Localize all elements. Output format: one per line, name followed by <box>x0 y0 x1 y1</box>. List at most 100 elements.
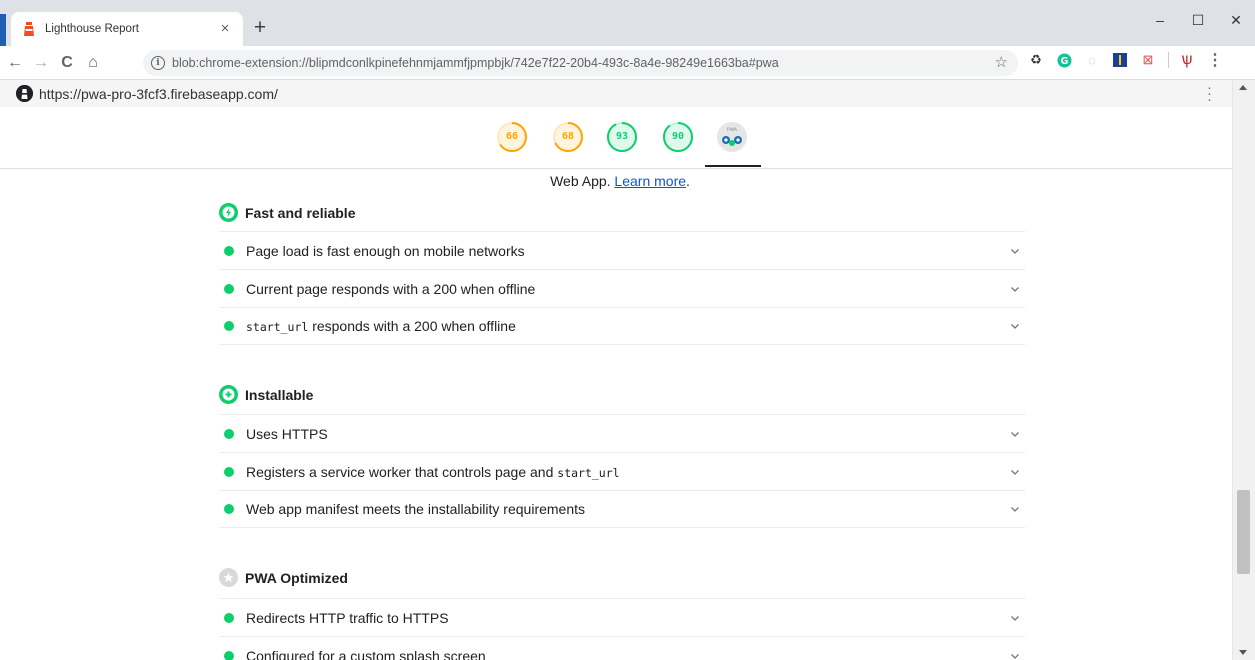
audit-row[interactable]: Web app manifest meets the installabilit… <box>220 490 1025 528</box>
pass-icon <box>224 466 234 477</box>
maximize-icon[interactable]: ☐ <box>1179 0 1217 40</box>
bookmark-star-icon[interactable]: ☆ <box>995 53 1008 71</box>
gauge-score: 68 <box>561 131 575 142</box>
audit-row[interactable]: Registers a service worker that controls… <box>220 452 1025 490</box>
chevron-down-icon[interactable] <box>1007 243 1023 259</box>
minimize-icon[interactable]: – <box>1141 0 1179 40</box>
chevron-down-icon[interactable] <box>1007 501 1023 517</box>
new-tab-icon[interactable]: + <box>251 17 269 38</box>
pwa-active-indicator <box>705 165 761 167</box>
scroll-up-arrow-icon[interactable] <box>1239 85 1247 90</box>
pdf-extension-icon[interactable]: ⊠ <box>1140 52 1156 68</box>
audit-row[interactable]: Uses HTTPS <box>220 414 1025 452</box>
reload-icon[interactable]: C <box>56 51 78 75</box>
pass-icon <box>224 283 234 294</box>
forward-icon[interactable]: → <box>30 51 52 75</box>
report-menu-icon[interactable]: · · · <box>1207 80 1212 107</box>
pass-icon <box>224 428 234 439</box>
gauge-score: 93 <box>615 131 629 142</box>
browser-titlebar: Lighthouse Report × + – ☐ ✕ <box>0 0 1255 46</box>
gauge-best-practices[interactable]: 93 <box>606 121 638 153</box>
browser-tab[interactable]: Lighthouse Report × <box>11 12 243 46</box>
audit-row[interactable]: Current page responds with a 200 when of… <box>220 269 1025 307</box>
gauge-pwa-badge[interactable]: PWA <box>716 121 748 153</box>
report-content: Web App. Learn more. Fast and reliable P… <box>0 170 1232 660</box>
close-icon[interactable]: ✕ <box>1217 0 1255 40</box>
window-controls: – ☐ ✕ <box>1141 0 1255 40</box>
lighthouse-favicon-icon <box>21 21 37 37</box>
category-description: Web App. Learn more. <box>0 173 1232 189</box>
scroll-down-arrow-icon[interactable] <box>1239 650 1247 655</box>
pass-icon <box>224 612 234 623</box>
audit-title: Configured for a custom splash screen <box>246 647 486 660</box>
group-installable: Installable <box>219 385 313 404</box>
page-scrollbar[interactable] <box>1232 80 1255 660</box>
chrome-menu-icon[interactable]: ⋮ <box>1207 52 1223 69</box>
address-url: blob:chrome-extension://blipmdconlkpinef… <box>172 56 779 70</box>
site-info-icon[interactable]: i <box>151 56 165 70</box>
pass-icon <box>224 245 234 256</box>
audit-title: Current page responds with a 200 when of… <box>246 280 536 297</box>
code-start-url: start_url <box>557 465 620 480</box>
audit-row[interactable]: start_url responds with a 200 when offli… <box>220 307 1025 345</box>
recycle-extension-icon[interactable]: ♻ <box>1028 52 1044 68</box>
audit-title: Page load is fast enough on mobile netwo… <box>246 242 525 259</box>
red-extension-icon[interactable]: ѱ <box>1179 51 1195 68</box>
group-title: Fast and reliable <box>245 204 356 221</box>
back-icon[interactable]: ← <box>4 51 26 75</box>
group-title: Installable <box>245 386 314 403</box>
window-accent <box>0 14 6 46</box>
lighthouse-logo-icon <box>16 85 33 102</box>
tab-title: Lighthouse Report <box>45 23 139 35</box>
description-suffix: . <box>686 173 690 189</box>
gauge-score: 66 <box>505 131 519 142</box>
group-title: PWA Optimized <box>245 569 348 586</box>
blue-extension-icon[interactable] <box>1112 52 1128 68</box>
learn-more-link[interactable]: Learn more <box>614 173 686 189</box>
audit-title: start_url responds with a 200 when offli… <box>246 318 1007 334</box>
audit-title-text: Registers a service worker that controls… <box>246 463 558 480</box>
address-bar[interactable]: i blob:chrome-extension://blipmdconlkpin… <box>143 50 1018 76</box>
site-url[interactable]: https://pwa-pro-3fcf3.firebaseapp.com/ <box>39 86 278 102</box>
chevron-down-icon[interactable] <box>1007 318 1023 334</box>
pass-icon <box>224 321 234 331</box>
gauge-performance[interactable]: 66 <box>496 121 528 153</box>
audit-title: Registers a service worker that controls… <box>246 464 1007 480</box>
tab-close-icon[interactable]: × <box>217 21 233 37</box>
pwa-badge-label: PWA <box>727 127 738 133</box>
extensions-row: ♻ G ◌ ⊠ ѱ ⋮ <box>1028 51 1235 69</box>
toolbar-divider <box>1168 52 1169 68</box>
audit-row[interactable]: Redirects HTTP traffic to HTTPS <box>220 598 1025 636</box>
report-url-bar: https://pwa-pro-3fcf3.firebaseapp.com/ ·… <box>0 80 1232 107</box>
audit-title: Redirects HTTP traffic to HTTPS <box>246 609 449 626</box>
audit-row[interactable]: Configured for a custom splash screen <box>220 636 1025 660</box>
chevron-down-icon[interactable] <box>1007 281 1023 297</box>
audit-title-rest: responds with a 200 when offline <box>308 318 516 334</box>
clock-extension-icon[interactable]: ◌ <box>1084 52 1100 68</box>
group-pwa-optimized: PWA Optimized <box>219 568 348 587</box>
audit-title: Web app manifest meets the installabilit… <box>246 501 586 517</box>
chevron-down-icon[interactable] <box>1007 426 1023 442</box>
audit-row[interactable]: Page load is fast enough on mobile netwo… <box>220 231 1025 269</box>
gauge-score: 90 <box>671 131 685 142</box>
gauge-accessibility[interactable]: 68 <box>552 121 584 153</box>
description-text: Web App. <box>550 173 611 189</box>
browser-toolbar: ← → C ⌂ i blob:chrome-extension://blipmd… <box>0 46 1255 80</box>
score-gauges: 66 68 93 90 PWA <box>0 107 1232 169</box>
chevron-down-icon[interactable] <box>1007 610 1023 626</box>
scroll-thumb[interactable] <box>1237 490 1250 574</box>
svg-text:G: G <box>1060 55 1068 66</box>
chevron-down-icon[interactable] <box>1007 464 1023 480</box>
pwa-badge-icon: PWA <box>717 122 747 152</box>
audit-title: Uses HTTPS <box>246 425 328 442</box>
pass-icon <box>224 650 234 660</box>
plus-icon <box>219 385 238 404</box>
gauge-seo[interactable]: 90 <box>662 121 694 153</box>
chevron-down-icon[interactable] <box>1007 648 1023 660</box>
lightning-icon <box>219 203 238 222</box>
star-badge-icon <box>219 568 238 587</box>
grammarly-extension-icon[interactable]: G <box>1056 52 1072 68</box>
code-start-url: start_url <box>246 320 309 334</box>
home-icon[interactable]: ⌂ <box>82 51 104 75</box>
group-fast-and-reliable: Fast and reliable <box>219 203 355 222</box>
